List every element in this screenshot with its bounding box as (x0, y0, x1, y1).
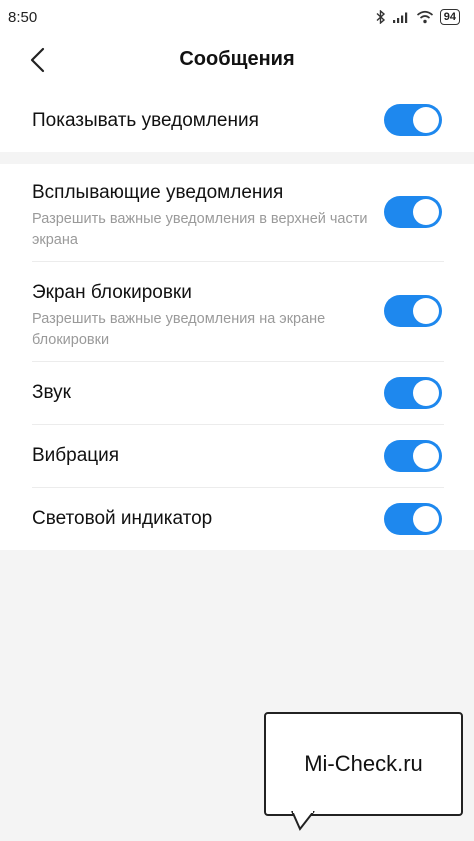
settings-group-main: Показывать уведомления (0, 86, 474, 152)
setting-lock-screen[interactable]: Экран блокировки Разрешить важные уведом… (0, 262, 474, 362)
setting-description: Разрешить важные уведомления в верхней ч… (32, 211, 368, 248)
setting-label: Показывать уведомления (32, 110, 259, 131)
setting-popup[interactable]: Всплывающие уведомления Разрешить важные… (0, 164, 474, 262)
status-icons: 94 (376, 9, 460, 25)
setting-label: Всплывающие уведомления (32, 182, 284, 203)
toggle-knob (413, 298, 439, 324)
status-bar: 8:50 94 (0, 0, 474, 34)
toggle-knob (413, 380, 439, 406)
setting-show-notifications[interactable]: Показывать уведомления (0, 86, 474, 152)
watermark-text: Mi-Check.ru (304, 751, 423, 776)
settings-group-alerts: Всплывающие уведомления Разрешить важные… (0, 164, 474, 550)
wifi-icon (416, 10, 433, 24)
setting-led[interactable]: Световой индикатор (0, 488, 474, 550)
toggle-knob (413, 199, 439, 225)
popup-toggle[interactable] (384, 196, 442, 228)
toggle-knob (413, 506, 439, 532)
toggle-knob (413, 107, 439, 133)
vibration-toggle[interactable] (384, 440, 442, 472)
setting-label: Световой индикатор (32, 508, 213, 529)
setting-label: Звук (32, 382, 71, 403)
status-time: 8:50 (8, 8, 38, 26)
show-notifications-toggle[interactable] (384, 104, 442, 136)
setting-vibration[interactable]: Вибрация (0, 425, 474, 488)
watermark-badge: Mi-Check.ru (264, 712, 463, 816)
setting-label: Вибрация (32, 445, 120, 466)
signal-icon (392, 12, 407, 23)
battery-icon: 94 (439, 9, 460, 25)
setting-label: Экран блокировки (32, 282, 192, 303)
lock-screen-toggle[interactable] (384, 295, 442, 327)
page-title: Сообщения (179, 48, 295, 70)
sound-toggle[interactable] (384, 377, 442, 409)
setting-sound[interactable]: Звук (0, 362, 474, 425)
header: Сообщения (0, 34, 474, 86)
setting-description: Разрешить важные уведомления на экране б… (32, 311, 326, 348)
led-toggle[interactable] (384, 503, 442, 535)
toggle-knob (413, 443, 439, 469)
watermark-tail-icon (291, 811, 315, 831)
bluetooth-icon (376, 10, 385, 24)
